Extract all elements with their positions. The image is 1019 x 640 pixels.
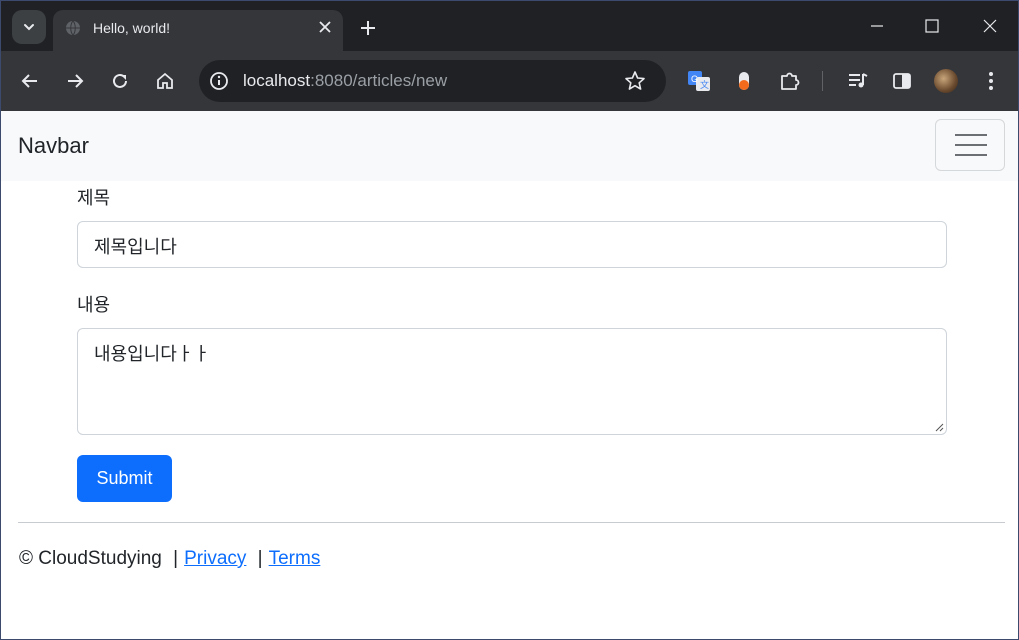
window-close-button[interactable]	[975, 13, 1005, 39]
title-input[interactable]: 제목입니다	[77, 221, 947, 268]
kebab-menu-icon	[989, 72, 993, 90]
tab-strip: Hello, world!	[1, 1, 1018, 51]
resize-handle-icon[interactable]	[934, 422, 944, 432]
reload-icon	[113, 73, 127, 88]
content-label: 내용	[77, 295, 111, 316]
tab-search-icon	[24, 24, 34, 31]
translate-icon: G文	[688, 71, 710, 91]
star-icon[interactable]	[624, 70, 646, 92]
footer-divider	[18, 522, 1005, 523]
footer-separator: |	[173, 548, 179, 569]
browser-toolbar: localhost:8080/articles/new G文	[1, 51, 1018, 111]
home-button[interactable]	[150, 66, 180, 96]
tab-close-button[interactable]	[315, 17, 335, 37]
privacy-link[interactable]: Privacy	[184, 548, 246, 569]
tab-search-button[interactable]	[12, 10, 46, 44]
minimize-icon	[871, 25, 883, 27]
footer-separator: |	[257, 548, 263, 569]
plus-icon	[361, 21, 375, 35]
navbar-brand[interactable]: Navbar	[18, 133, 89, 159]
tab-title: Hello, world!	[93, 20, 171, 36]
maximize-button[interactable]	[917, 13, 947, 39]
address-bar[interactable]: localhost:8080/articles/new	[199, 60, 666, 102]
forward-icon	[68, 74, 84, 88]
svg-text:文: 文	[700, 79, 709, 90]
browser-window: Hello, world! localhost:8080/articles/ne…	[0, 0, 1019, 640]
chrome-menu-button[interactable]	[979, 69, 1003, 93]
content-textarea-value: 내용입니다ㅏㅏ	[94, 344, 210, 365]
site-navbar: Navbar	[1, 111, 1018, 181]
footer: © CloudStudying | Privacy | Terms	[19, 548, 320, 570]
globe-icon	[66, 20, 80, 36]
url-text[interactable]: localhost:8080/articles/new	[243, 71, 447, 91]
puzzle-icon	[781, 72, 800, 90]
active-tab[interactable]: Hello, world!	[53, 10, 343, 51]
home-icon	[157, 72, 173, 89]
url-host: localhost	[243, 71, 311, 90]
content-textarea[interactable]: 내용입니다ㅏㅏ	[77, 328, 947, 435]
translate-extension[interactable]: G文	[687, 69, 711, 93]
back-button[interactable]	[15, 66, 45, 96]
media-controls-button[interactable]	[846, 69, 870, 93]
side-panel-button[interactable]	[890, 69, 914, 93]
toolbar-separator	[822, 71, 823, 91]
extension-icon	[739, 72, 749, 90]
forward-button[interactable]	[60, 66, 90, 96]
extensions-menu-button[interactable]	[778, 69, 802, 93]
back-icon	[21, 74, 37, 88]
minimize-button[interactable]	[862, 13, 892, 39]
reload-button[interactable]	[105, 66, 135, 96]
maximize-icon	[925, 19, 939, 33]
url-path: :8080/articles/new	[310, 71, 448, 90]
title-label: 제목	[77, 188, 111, 209]
new-tab-button[interactable]	[355, 15, 381, 41]
footer-copyright: © CloudStudying	[19, 548, 162, 569]
close-icon	[319, 21, 331, 33]
title-input-value: 제목입니다	[94, 237, 177, 258]
info-icon[interactable]	[209, 71, 229, 91]
media-icon	[849, 73, 868, 88]
side-panel-icon	[893, 73, 911, 89]
terms-link[interactable]: Terms	[269, 548, 321, 569]
extension-button[interactable]	[732, 69, 756, 93]
svg-text:G: G	[691, 74, 698, 84]
close-icon	[983, 19, 997, 33]
page-content: Navbar 제목 제목입니다 내용 내용입니다ㅏㅏ Submit © Clou…	[1, 111, 1018, 639]
submit-button[interactable]: Submit	[77, 455, 172, 502]
profile-avatar[interactable]	[934, 69, 958, 93]
navbar-toggler-button[interactable]	[935, 119, 1005, 171]
